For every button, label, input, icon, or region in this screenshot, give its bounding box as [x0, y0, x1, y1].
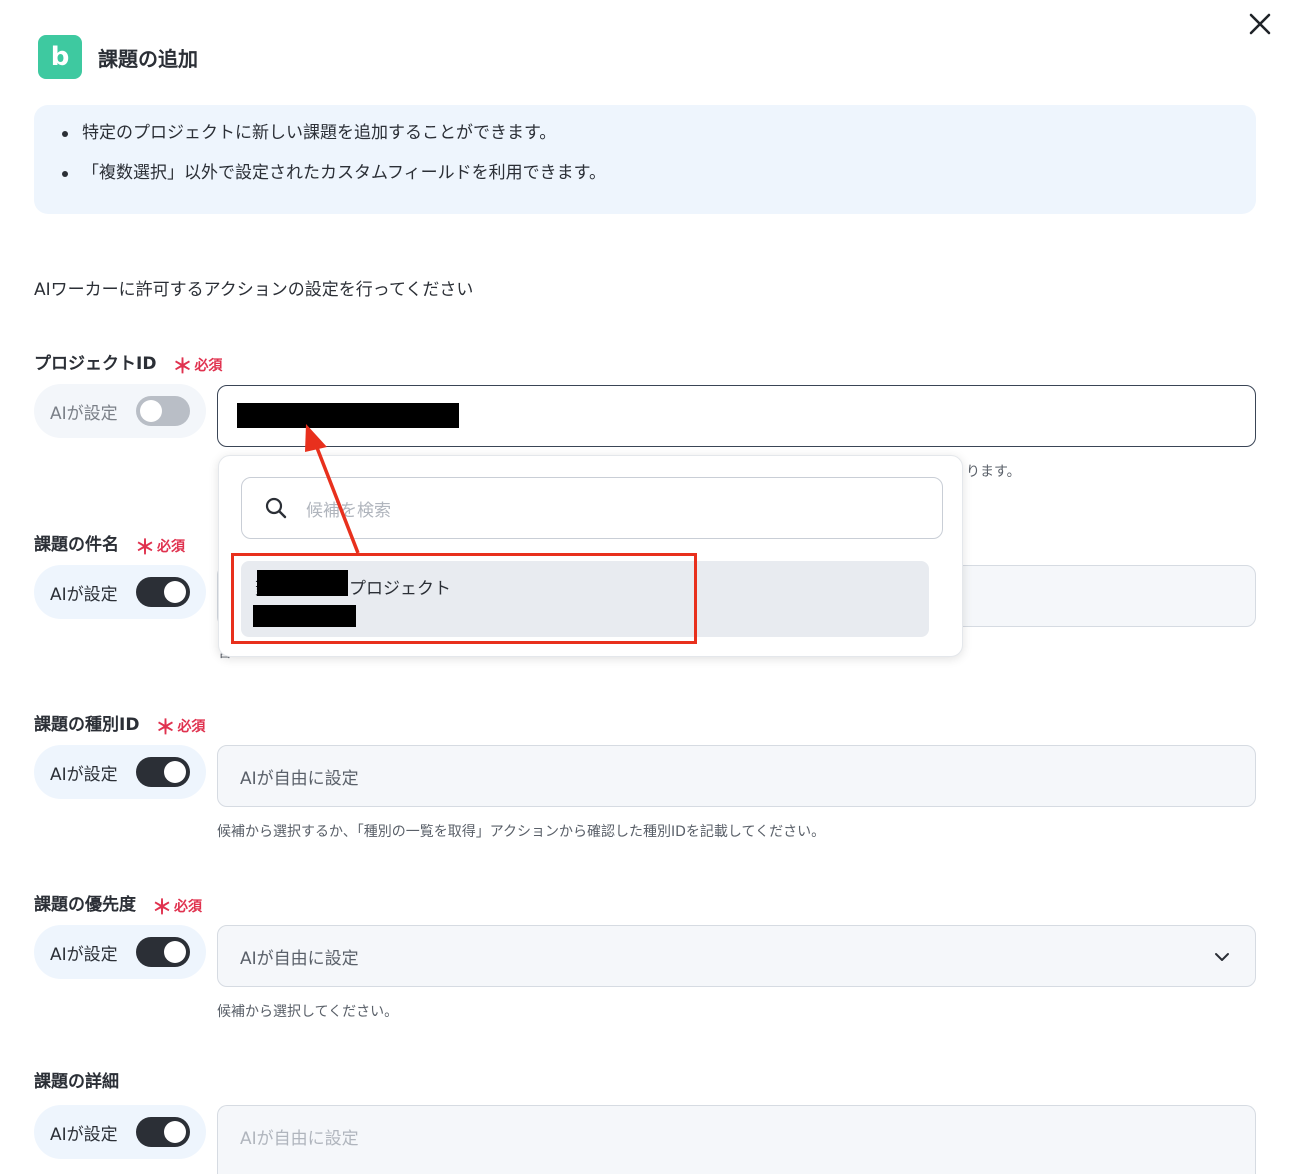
- close-button[interactable]: [1244, 8, 1276, 40]
- field-label-text: 課題の優先度: [34, 895, 136, 915]
- logo-icon: b: [38, 35, 82, 79]
- priority-label: 課題の優先度 ＊必須: [34, 888, 202, 919]
- field-label-text: 課題の件名: [34, 535, 119, 555]
- instruction-text: AIワーカーに許可するアクションの設定を行ってください: [34, 280, 474, 300]
- toggle-switch[interactable]: [136, 757, 190, 787]
- description-ai-toggle[interactable]: AIが設定: [34, 1105, 206, 1159]
- close-icon[interactable]: [1244, 8, 1276, 40]
- required-badge: ＊必須: [155, 715, 206, 739]
- priority-select-value: AIが自由に設定: [240, 948, 359, 969]
- field-label-text: プロジェクトID: [34, 354, 157, 374]
- ai-toggle-label: AIが設定: [50, 1124, 118, 1145]
- project-dropdown: 候補を検索 菱 プロジェクト: [218, 455, 963, 657]
- required-badge: ＊必須: [172, 354, 223, 378]
- chevron-down-icon: [1215, 953, 1229, 961]
- info-box: 特定のプロジェクトに新しい課題を追加することができます。 「複数選択」以外で設定…: [34, 105, 1256, 214]
- priority-ai-toggle[interactable]: AIが設定: [34, 925, 206, 979]
- project-id-ai-toggle[interactable]: AIが設定: [34, 384, 206, 438]
- redacted-option-id: [253, 605, 356, 627]
- issue-type-label: 課題の種別ID ＊必須: [34, 708, 206, 739]
- dropdown-option[interactable]: 菱 プロジェクト: [241, 561, 929, 637]
- redacted-value: [237, 403, 459, 428]
- redacted-option-name: [257, 570, 348, 596]
- summary-ai-toggle[interactable]: AIが設定: [34, 565, 206, 619]
- dialog-title: 課題の追加: [98, 46, 198, 71]
- required-badge: ＊必須: [152, 895, 202, 919]
- issue-type-input[interactable]: AIが自由に設定: [217, 745, 1256, 807]
- option-name: プロジェクト: [349, 579, 451, 599]
- ai-toggle-label: AIが設定: [50, 764, 118, 785]
- project-id-hint: ります。: [966, 464, 1021, 480]
- ai-toggle-label: AIが設定: [50, 403, 118, 424]
- issue-type-hint: 候補から選択するか、「種別の一覧を取得」アクションから確認した種別IDを記載して…: [217, 824, 826, 840]
- field-label-text: 課題の詳細: [34, 1072, 119, 1092]
- toggle-switch[interactable]: [136, 396, 190, 426]
- required-badge: ＊必須: [135, 535, 185, 559]
- toggle-switch[interactable]: [136, 937, 190, 967]
- info-item: 特定のプロジェクトに新しい課題を追加することができます。: [62, 123, 1256, 143]
- field-label-text: 課題の種別ID: [34, 715, 140, 735]
- search-placeholder: 候補を検索: [306, 500, 391, 521]
- toggle-switch[interactable]: [136, 1117, 190, 1147]
- project-id-input[interactable]: [217, 385, 1256, 447]
- description-textarea[interactable]: AIが自由に設定: [217, 1105, 1256, 1174]
- summary-label: 課題の件名 ＊必須: [34, 528, 185, 559]
- project-id-label: プロジェクトID ＊必須: [34, 347, 223, 378]
- candidate-search-input[interactable]: 候補を検索: [241, 477, 943, 539]
- ai-toggle-label: AIが設定: [50, 944, 118, 965]
- dialog-header: b 課題の追加: [38, 35, 198, 79]
- ai-toggle-label: AIが設定: [50, 584, 118, 605]
- issue-type-ai-toggle[interactable]: AIが設定: [34, 745, 206, 799]
- description-label: 課題の詳細: [34, 1067, 119, 1092]
- toggle-switch[interactable]: [136, 577, 190, 607]
- search-icon: [265, 497, 287, 519]
- info-item: 「複数選択」以外で設定されたカスタムフィールドを利用できます。: [62, 163, 1256, 183]
- priority-select[interactable]: AIが自由に設定: [217, 925, 1256, 987]
- priority-hint: 候補から選択してください。: [217, 1004, 399, 1020]
